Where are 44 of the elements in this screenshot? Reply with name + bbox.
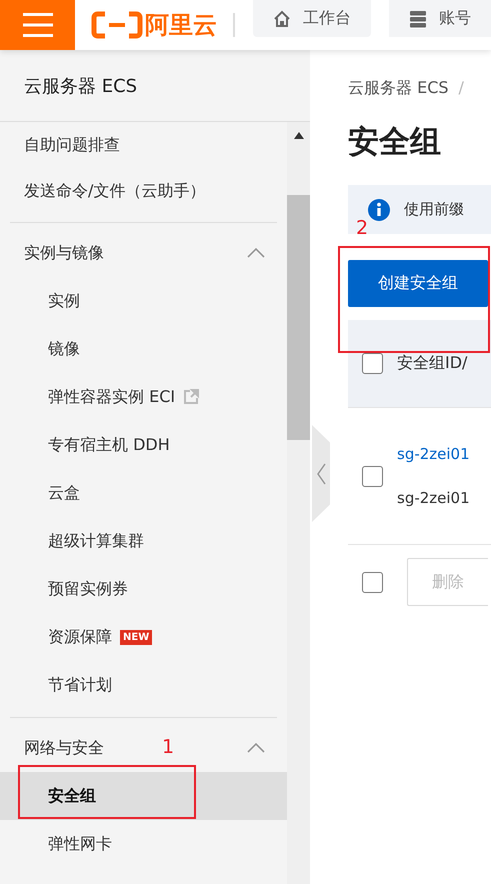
chevron-up-icon [247, 743, 265, 753]
nav-item[interactable]: 实例 [0, 277, 287, 325]
logo-icon [91, 11, 143, 39]
id-link[interactable]: sg-2zei01 [397, 445, 470, 463]
server-icon [409, 10, 427, 28]
nav-item[interactable]: 镜像 [0, 325, 287, 373]
nav-item[interactable]: 发送命令/文件（云助手） [0, 168, 287, 214]
nav-item[interactable]: 超级计算集群 [0, 517, 287, 565]
table-cell: sg-2zei01 [397, 489, 470, 507]
nav-group-header[interactable]: 实例与镜像 [0, 229, 287, 277]
nav-item[interactable]: 预留实例券 [0, 565, 287, 613]
scroll-up-icon[interactable] [294, 132, 304, 139]
nav-item[interactable]: 专有宿主机 DDH [0, 421, 287, 469]
nav-item[interactable]: 安全组 [0, 772, 287, 820]
nav-tab[interactable]: 账号 [389, 0, 491, 37]
home-icon [273, 10, 291, 28]
nav-item[interactable]: 自助问题排查 [0, 122, 287, 168]
sidebar-title: 云服务器 ECS [0, 50, 310, 122]
logo-text: 阿里云 [145, 10, 217, 41]
annotation-number: 1 [162, 737, 174, 757]
new-badge: NEW [120, 630, 152, 644]
notice-text: 使用前缀 [404, 200, 464, 219]
nav-tab[interactable]: 工作台 [253, 0, 371, 37]
breadcrumb-link[interactable]: 云服务器 ECS [348, 78, 449, 100]
nav-item[interactable]: 弹性容器实例 ECI [0, 373, 287, 421]
nav-item[interactable]: 云盒 [0, 469, 287, 517]
scrollbar[interactable] [287, 122, 310, 884]
nav-item[interactable]: 弹性网卡 [0, 820, 287, 868]
checkbox[interactable] [362, 353, 383, 374]
checkbox[interactable] [362, 466, 383, 486]
annotation-number: 2 [356, 218, 368, 238]
info-icon [368, 198, 390, 220]
column-header: 安全组ID/ [397, 353, 468, 374]
breadcrumb-separator: / [458, 78, 464, 99]
create-button[interactable]: 创建安全组 [348, 260, 488, 307]
page-title: 安全组 [348, 123, 442, 162]
menu-icon [22, 12, 52, 38]
chevron-up-icon [247, 248, 265, 258]
chevron-left-icon [316, 462, 326, 484]
menu-button[interactable] [0, 0, 75, 50]
nav-item[interactable]: 资源保障 NEW [0, 613, 287, 661]
checkbox[interactable] [362, 572, 383, 592]
scrollbar-thumb[interactable] [287, 195, 310, 440]
nav-item[interactable]: 节省计划 [0, 661, 287, 709]
